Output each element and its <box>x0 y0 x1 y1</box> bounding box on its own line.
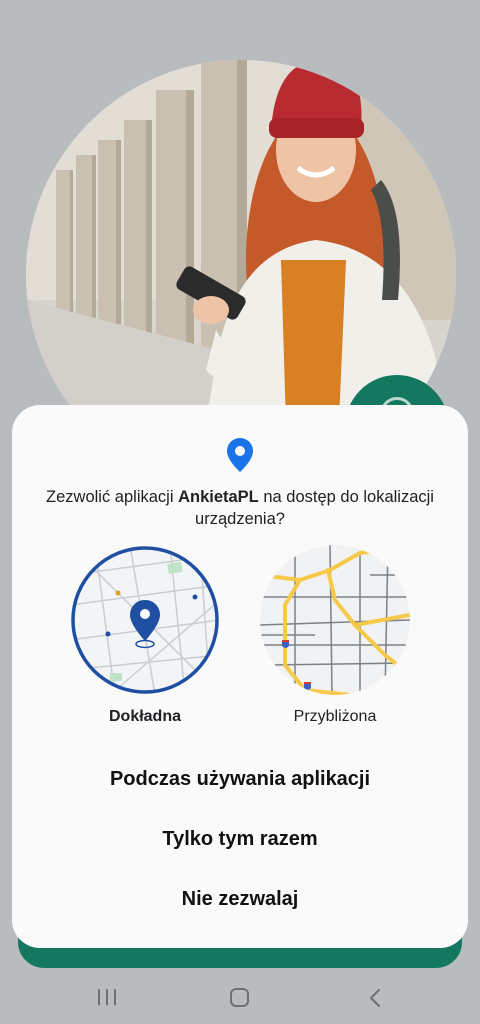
question-prefix: Zezwolić aplikacji <box>46 488 179 506</box>
permission-question: Zezwolić aplikacji AnkietaPL na dostęp d… <box>30 486 450 530</box>
recent-apps-icon[interactable] <box>97 988 117 1006</box>
allow-while-using-button[interactable]: Podczas używania aplikacji <box>12 768 468 791</box>
location-pin-icon <box>227 438 253 472</box>
precise-option-label[interactable]: Dokładna <box>60 708 230 726</box>
approximate-option-label[interactable]: Przybliżona <box>250 708 420 726</box>
precise-location-option[interactable] <box>70 545 220 695</box>
screen: Zezwolić aplikacji AnkietaPL na dostęp d… <box>0 0 480 1024</box>
allow-only-this-time-button[interactable]: Tylko tym razem <box>12 828 468 851</box>
back-icon[interactable] <box>368 988 382 1008</box>
app-name: AnkietaPL <box>178 488 259 506</box>
approximate-location-option[interactable] <box>260 545 410 695</box>
deny-button[interactable]: Nie zezwalaj <box>12 888 468 911</box>
home-icon[interactable] <box>230 988 249 1007</box>
